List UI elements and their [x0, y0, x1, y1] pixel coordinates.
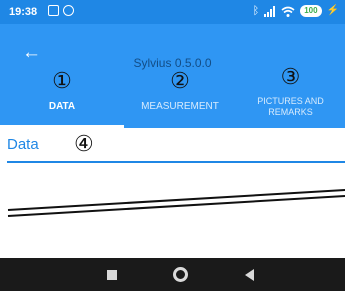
tab-measurement-label: MEASUREMENT	[141, 101, 219, 112]
tab-marker-1: ①	[52, 69, 72, 94]
status-bar: 19:38 ᛒ 100 ⚡	[0, 0, 345, 24]
data-field-underline[interactable]	[7, 161, 345, 163]
tab-pictures-label: PICTURES AND REMARKS	[257, 96, 324, 117]
field-marker-4: ④	[74, 132, 94, 157]
data-tab-content: Data ④	[0, 128, 345, 258]
tab-data[interactable]: ① DATA	[0, 24, 124, 128]
tab-marker-3: ③	[280, 65, 301, 90]
notification-square-icon	[48, 5, 59, 16]
tab-data-label: DATA	[48, 101, 76, 112]
bluetooth-icon: ᛒ	[252, 5, 260, 17]
battery-indicator: 100	[300, 5, 322, 17]
tab-pictures-and-remarks[interactable]: ③ PICTURES AND REMARKS	[236, 24, 345, 128]
status-system-icons: ᛒ 100 ⚡	[253, 5, 339, 17]
torn-edge-lines	[7, 189, 345, 217]
tab-measurement[interactable]: ② MEASUREMENT	[124, 24, 236, 128]
back-triangle-icon[interactable]	[245, 269, 254, 281]
status-time: 19:38	[9, 6, 38, 18]
home-circle-icon[interactable]	[173, 267, 188, 282]
notification-circle-icon	[63, 5, 74, 16]
wifi-icon	[281, 6, 295, 17]
data-field-label: Data	[7, 136, 39, 153]
tab-marker-2: ②	[170, 69, 190, 94]
navigation-bar	[0, 258, 345, 291]
status-notification-icons	[48, 5, 74, 16]
recents-square-icon[interactable]	[107, 270, 117, 280]
app-bar: ← Sylvius 0.5.0.0 ① DATA ② MEASUREMENT ③…	[0, 24, 345, 128]
charging-bolt-icon: ⚡	[326, 5, 339, 16]
signal-icon	[264, 5, 276, 17]
